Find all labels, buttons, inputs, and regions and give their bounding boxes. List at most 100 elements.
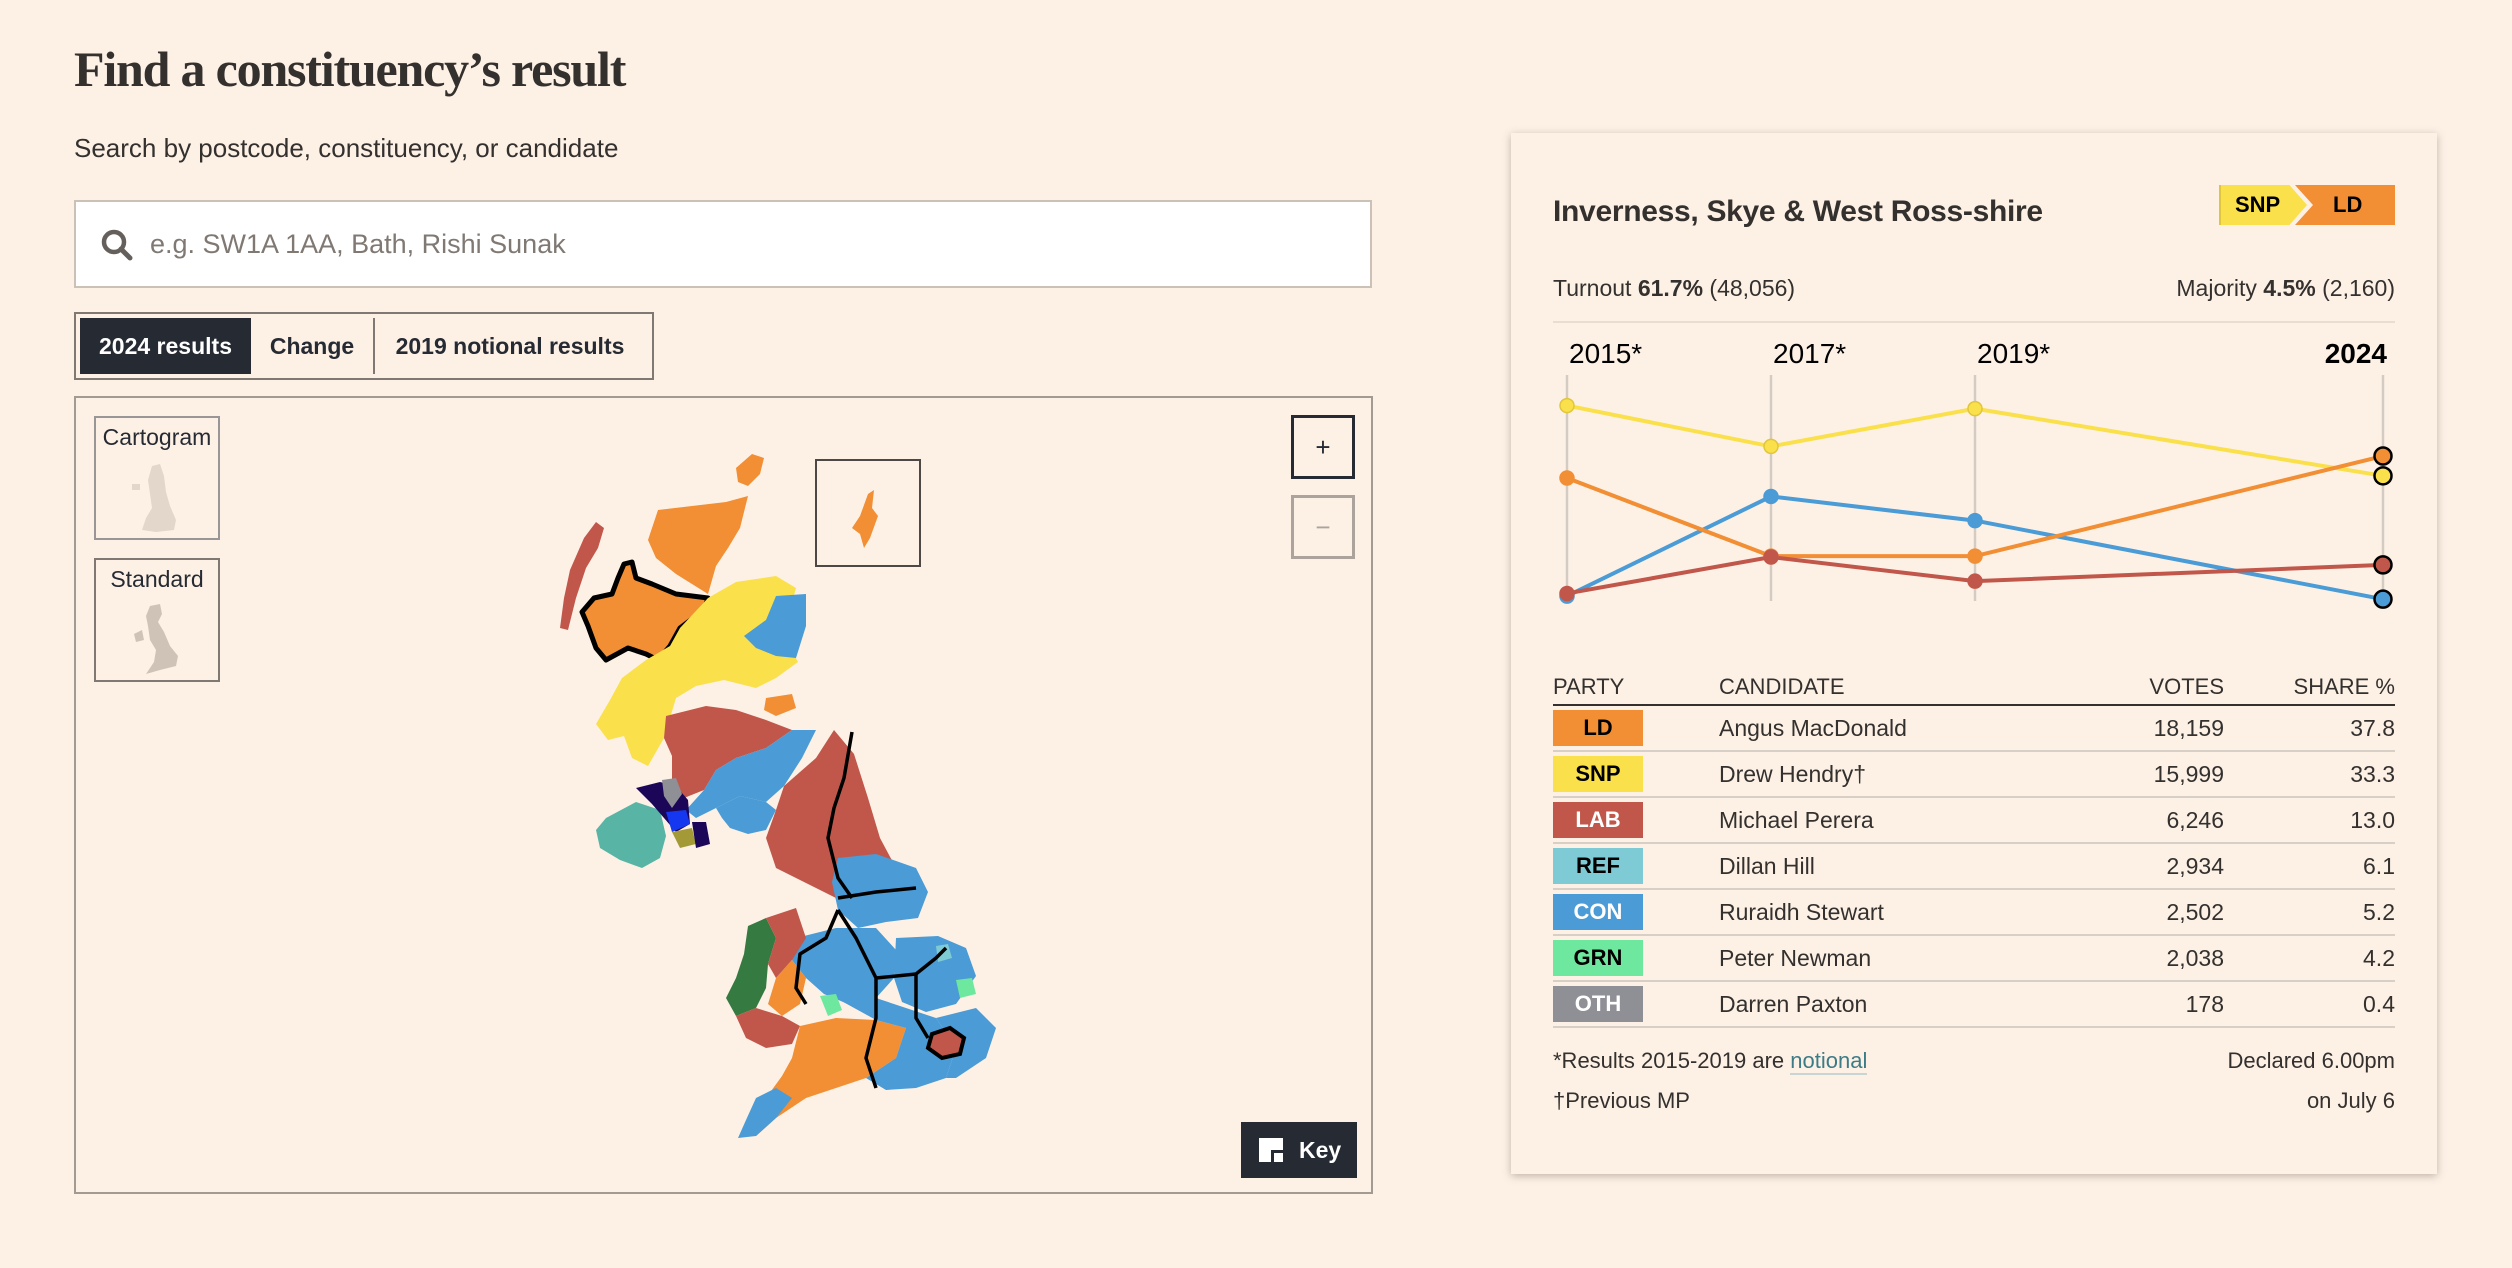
standard-map-thumbnail-icon	[134, 604, 178, 674]
candidate-name: Michael Perera	[1719, 797, 2049, 844]
constituency-name: Inverness, Skye & West Ross-shire	[1553, 195, 2043, 228]
candidate-name: Ruraidh Stewart	[1719, 889, 2049, 936]
majority: Majority 4.5% (2,160)	[2176, 275, 2395, 321]
tab-2024-results[interactable]: 2024 results	[80, 318, 251, 374]
tab-change[interactable]: Change	[251, 318, 373, 374]
party-cell: REF	[1553, 843, 1719, 890]
header-share: SHARE %	[2224, 663, 2395, 706]
party-badge: CON	[1553, 894, 1643, 930]
candidate-share: 33.3	[2224, 751, 2395, 798]
map-region-shetland[interactable]	[852, 490, 878, 548]
party-badge: LAB	[1553, 802, 1643, 838]
footnotes: *Results 2015-2019 are notional †Previou…	[1553, 1041, 1868, 1121]
year-label: 2017*	[1773, 338, 1846, 369]
turnout-percent: 61.7%	[1637, 275, 1704, 301]
trend-point-snp	[1763, 438, 1779, 455]
map-region-ni-west[interactable]	[596, 802, 666, 868]
results-header-row: PARTY CANDIDATE VOTES SHARE %	[1553, 663, 2395, 706]
trend-point-ld	[1559, 470, 1575, 486]
candidate-name: Dillan Hill	[1719, 843, 2049, 890]
results-row: REF Dillan Hill 2,934 6.1	[1553, 843, 2395, 890]
results-row: SNP Drew Hendry† 15,999 33.3	[1553, 751, 2395, 798]
constituency-result-card: Inverness, Skye & West Ross-shire SNP LD…	[1511, 133, 2437, 1174]
party-badge: OTH	[1553, 986, 1643, 1022]
declared-line-1: Declared 6.00pm	[2227, 1048, 2395, 1073]
legend-key-icon	[1259, 1138, 1283, 1162]
candidate-share: 37.8	[2224, 705, 2395, 752]
search-input[interactable]	[150, 202, 1350, 286]
results-table: PARTY CANDIDATE VOTES SHARE % LD Angus Ma…	[1553, 663, 2395, 1028]
candidate-share: 4.2	[2224, 935, 2395, 982]
cartogram-label: Cartogram	[102, 424, 212, 450]
candidate-votes: 2,502	[2049, 889, 2224, 936]
majority-label: Majority	[2176, 275, 2257, 301]
map-region-ni-belfast[interactable]	[666, 810, 690, 832]
map-region-devon-cornwall[interactable]	[738, 1088, 792, 1138]
candidate-name: Drew Hendry†	[1719, 751, 2049, 798]
candidate-votes: 15,999	[2049, 751, 2224, 798]
vote-share-trend-chart: 2015* 2017* 2019* 2024	[1559, 338, 2393, 609]
declared-time: Declared 6.00pm on July 6	[2227, 1041, 2395, 1121]
candidate-share: 0.4	[2224, 981, 2395, 1028]
turnout: Turnout 61.7% (48,056)	[1553, 275, 1795, 321]
results-row: OTH Darren Paxton 178 0.4	[1553, 981, 2395, 1028]
party-cell: LAB	[1553, 797, 1719, 844]
search-box[interactable]	[74, 200, 1372, 288]
candidate-votes: 6,246	[2049, 797, 2224, 844]
tab-2019-notional-results[interactable]: 2019 notional results	[375, 318, 645, 374]
notional-link[interactable]: notional	[1790, 1048, 1868, 1075]
trend-point-con	[1763, 488, 1779, 505]
notional-footnote: *Results 2015-2019 are notional	[1553, 1041, 1868, 1081]
turnout-votes: (48,056)	[1709, 275, 1796, 301]
party-cell: SNP	[1553, 751, 1719, 798]
header-candidate: CANDIDATE	[1719, 663, 2049, 706]
trend-point-lab	[1967, 573, 1983, 589]
party-badge: REF	[1553, 848, 1643, 884]
trend-point-lab	[1763, 549, 1779, 565]
party-cell: CON	[1553, 889, 1719, 936]
trend-point-lab	[1559, 585, 1575, 602]
map-region-london[interactable]	[925, 1025, 967, 1061]
badge-previous-party: SNP	[2219, 185, 2307, 225]
results-row: LAB Michael Perera 6,246 13.0	[1553, 797, 2395, 844]
map-region-orkney[interactable]	[736, 454, 764, 486]
results-row: CON Ruraidh Stewart 2,502 5.2	[1553, 889, 2395, 936]
candidate-share: 5.2	[2224, 889, 2395, 936]
candidate-share: 6.1	[2224, 843, 2395, 890]
trend-point-con	[2373, 589, 2393, 609]
map-region-wales-west[interactable]	[726, 918, 776, 1016]
candidate-votes: 178	[2049, 981, 2224, 1028]
results-row: GRN Peter Newman 2,038 4.2	[1553, 935, 2395, 982]
candidate-votes: 2,038	[2049, 935, 2224, 982]
search-icon	[101, 229, 133, 261]
candidate-votes: 18,159	[2049, 705, 2224, 752]
key-label: Key	[1299, 1136, 1342, 1163]
trend-point-snp	[2373, 466, 2393, 486]
party-badge: LD	[1553, 710, 1643, 746]
party-cell: LD	[1553, 705, 1719, 752]
notional-footnote-text: *Results 2015-2019 are	[1553, 1048, 1791, 1073]
year-label: 2024	[2325, 338, 2388, 369]
previous-mp-footnote: †Previous MP	[1553, 1088, 1690, 1113]
cartogram-view-button[interactable]: Cartogram	[94, 416, 220, 540]
party-cell: GRN	[1553, 935, 1719, 982]
candidate-name: Darren Paxton	[1719, 981, 2049, 1028]
map-panel: Cartogram Standard + − Key	[74, 396, 1373, 1194]
map-region-fife[interactable]	[764, 694, 796, 716]
header-votes: VOTES	[2049, 663, 2224, 706]
badge-winning-party: LD	[2295, 185, 2395, 225]
trend-point-snp	[1967, 400, 1983, 417]
party-badge: SNP	[1553, 756, 1643, 792]
key-button[interactable]: Key	[1241, 1122, 1357, 1178]
zoom-out-button[interactable]: −	[1291, 495, 1355, 559]
trend-point-lab	[2373, 555, 2393, 575]
seat-change-badge: SNP LD	[2219, 185, 2395, 225]
map-region-north-highlands[interactable]	[648, 496, 748, 594]
uk-constituency-map[interactable]	[76, 398, 1373, 1194]
candidate-votes: 2,934	[2049, 843, 2224, 890]
map-region-midlands[interactable]	[792, 928, 896, 1004]
map-region-south-wales[interactable]	[736, 1008, 800, 1048]
standard-view-button[interactable]: Standard	[94, 558, 220, 682]
party-badge: GRN	[1553, 940, 1643, 976]
zoom-in-button[interactable]: +	[1291, 415, 1355, 479]
